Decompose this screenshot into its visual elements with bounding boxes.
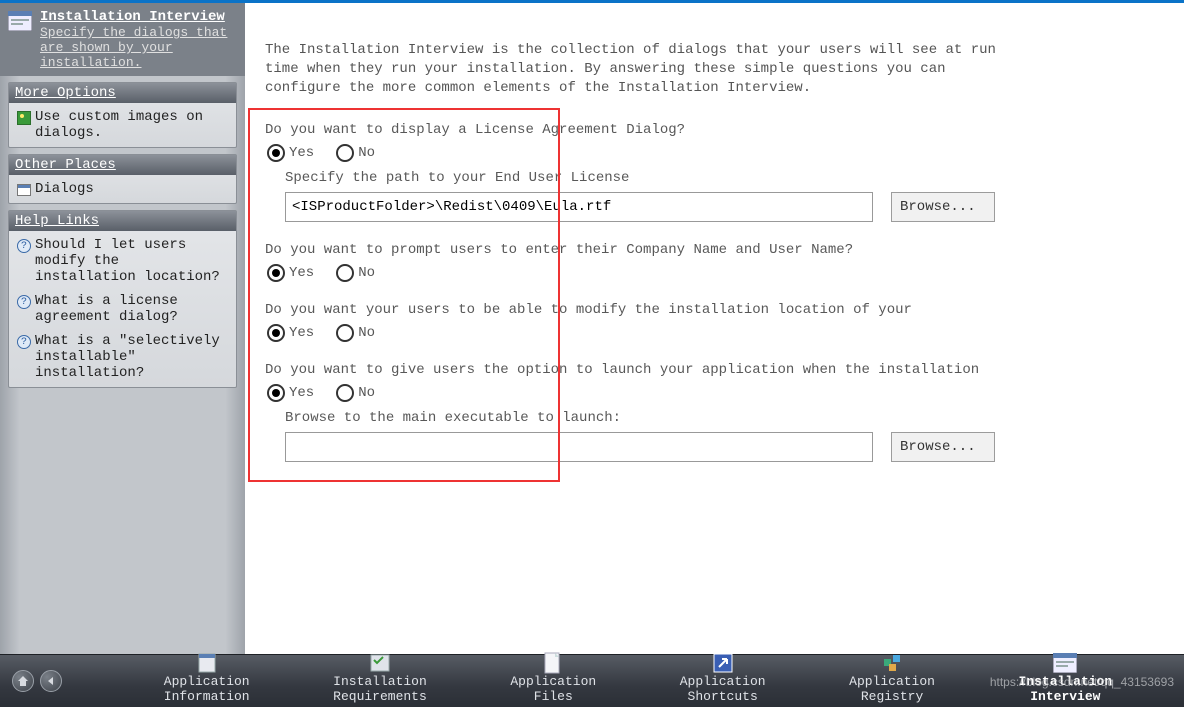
question-license: Do you want to display a License Agreeme… [265, 122, 1164, 222]
help-icon: ? [17, 335, 31, 349]
item-label: Dialogs [35, 181, 94, 197]
panel-other-places: Other Places Dialogs [8, 154, 237, 204]
files-icon [510, 651, 596, 675]
tab-application-registry[interactable]: Application Registry [849, 651, 935, 705]
back-button[interactable] [40, 670, 62, 692]
other-places-item[interactable]: Dialogs [17, 181, 228, 197]
radio-yes[interactable]: Yes [267, 144, 314, 162]
radio-no[interactable]: No [336, 144, 375, 162]
registry-icon [849, 651, 935, 675]
more-options-item[interactable]: Use custom images on dialogs. [17, 109, 228, 141]
dialog-icon [1019, 651, 1113, 675]
item-label: What is a license agreement dialog? [35, 293, 228, 325]
radio-no[interactable]: No [336, 324, 375, 342]
help-icon: ? [17, 295, 31, 309]
info-icon [164, 651, 250, 675]
main-content: The Installation Interview is the collec… [245, 3, 1184, 654]
radio-no[interactable]: No [336, 264, 375, 282]
question-text: Do you want to display a License Agreeme… [265, 122, 1164, 138]
browse-button[interactable]: Browse... [891, 192, 995, 222]
item-label: Should I let users modify the installati… [35, 237, 228, 285]
intro-text: The Installation Interview is the collec… [265, 41, 1005, 98]
item-label: What is a "selectively installable" inst… [35, 333, 228, 381]
help-link[interactable]: ? What is a "selectively installable" in… [17, 333, 228, 381]
radio-label: No [358, 265, 375, 281]
tab-label: Application Registry [849, 675, 935, 705]
tab-label: Application Information [164, 675, 250, 705]
panel-help-links: Help Links ? Should I let users modify t… [8, 210, 237, 388]
shortcut-icon [680, 651, 766, 675]
tab-installation-requirements[interactable]: Installation Requirements [333, 651, 427, 705]
browse-button[interactable]: Browse... [891, 432, 995, 462]
requirements-icon [333, 651, 427, 675]
tab-label: Application Files [510, 675, 596, 705]
question-text: Do you want to prompt users to enter the… [265, 242, 1164, 258]
panel-title: Help Links [9, 211, 236, 231]
radio-yes[interactable]: Yes [267, 324, 314, 342]
radio-label: Yes [289, 385, 314, 401]
dialog-icon [17, 184, 31, 196]
radio-label: No [358, 145, 375, 161]
tab-label: Installation Requirements [333, 675, 427, 705]
help-icon: ? [17, 239, 31, 253]
sidebar-subtitle: Specify the dialogs that are shown by yo… [40, 25, 237, 70]
question-location: Do you want your users to be able to mod… [265, 302, 1164, 342]
watermark: https://blog.csdn.net/qq_43153693 [990, 675, 1174, 689]
tab-label: Application Shortcuts [680, 675, 766, 705]
question-text: Do you want your users to be able to mod… [265, 302, 1164, 318]
radio-yes[interactable]: Yes [267, 384, 314, 402]
tab-application-shortcuts[interactable]: Application Shortcuts [680, 651, 766, 705]
help-link[interactable]: ? Should I let users modify the installa… [17, 237, 228, 285]
radio-label: No [358, 385, 375, 401]
radio-no[interactable]: No [336, 384, 375, 402]
radio-label: Yes [289, 145, 314, 161]
sidebar: Installation Interview Specify the dialo… [0, 3, 245, 654]
sidebar-title: Installation Interview [40, 9, 237, 25]
sub-label: Specify the path to your End User Licens… [285, 170, 1164, 186]
question-text: Do you want to give users the option to … [265, 362, 1164, 378]
image-icon [17, 111, 31, 125]
sidebar-header: Installation Interview Specify the dialo… [0, 3, 245, 76]
radio-yes[interactable]: Yes [267, 264, 314, 282]
question-launch: Do you want to give users the option to … [265, 362, 1164, 462]
eula-path-input[interactable] [285, 192, 873, 222]
panel-more-options: More Options Use custom images on dialog… [8, 82, 237, 148]
tab-application-files[interactable]: Application Files [510, 651, 596, 705]
tab-application-information[interactable]: Application Information [164, 651, 250, 705]
radio-label: Yes [289, 325, 314, 341]
help-link[interactable]: ? What is a license agreement dialog? [17, 293, 228, 325]
home-button[interactable] [12, 670, 34, 692]
bottom-toolbar: Application Information Installation Req… [0, 654, 1184, 707]
exe-path-input[interactable] [285, 432, 873, 462]
radio-label: Yes [289, 265, 314, 281]
panel-title: More Options [9, 83, 236, 103]
dialog-icon [8, 11, 32, 31]
radio-label: No [358, 325, 375, 341]
question-company: Do you want to prompt users to enter the… [265, 242, 1164, 282]
item-label: Use custom images on dialogs. [35, 109, 228, 141]
sub-label: Browse to the main executable to launch: [285, 410, 1164, 426]
panel-title: Other Places [9, 155, 236, 175]
